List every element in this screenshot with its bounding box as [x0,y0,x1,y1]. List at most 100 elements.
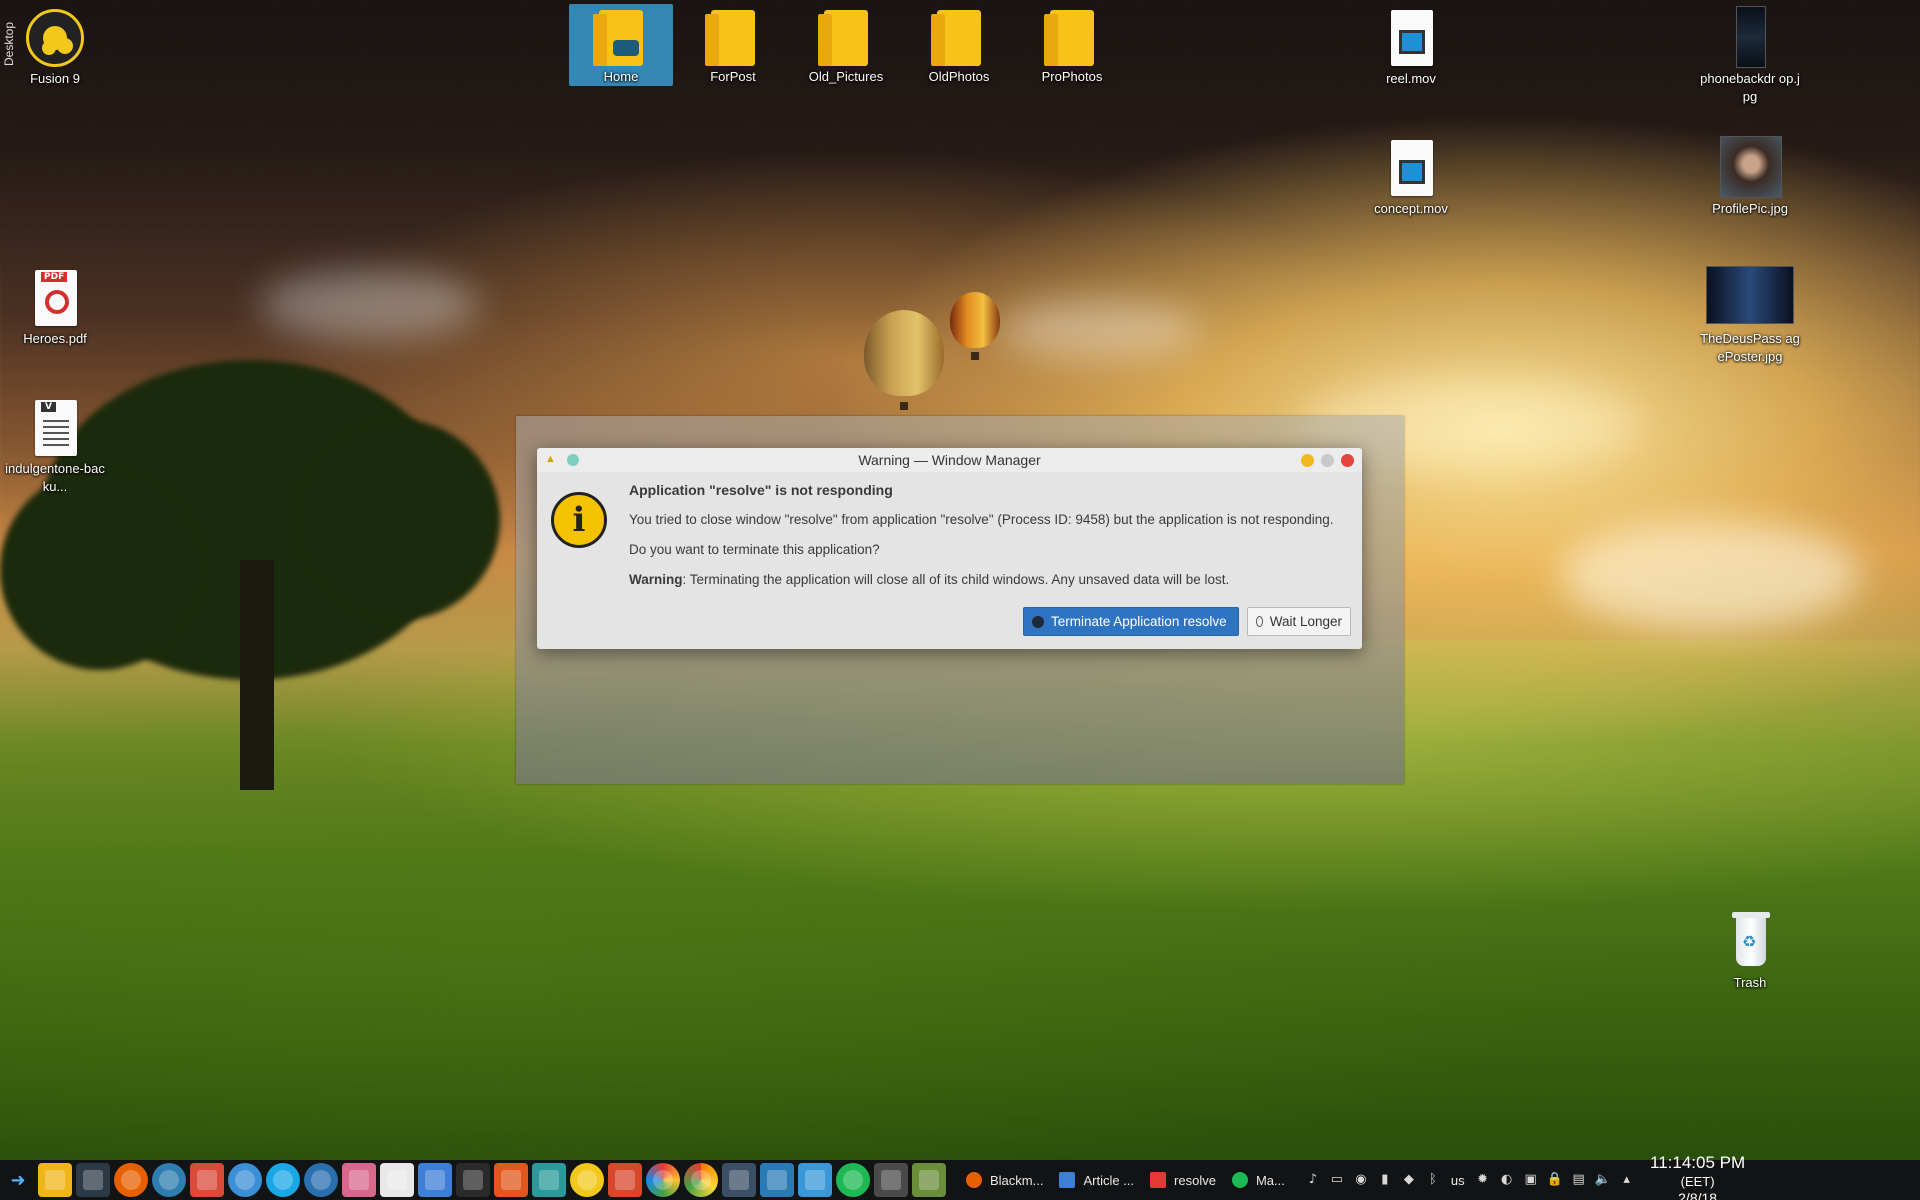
dialog-heading: Application "resolve" is not responding [629,482,893,498]
firefox-icon[interactable] [114,1163,148,1197]
desktop-icon-home[interactable]: Home [569,4,673,86]
media-player-icon[interactable]: ◉ [1353,1172,1369,1188]
telegram-icon[interactable] [798,1163,832,1197]
clock-timezone: (EET) [1680,1174,1715,1189]
resolve-task-icon [1150,1172,1167,1188]
file-manager-icon[interactable] [38,1163,72,1197]
tools-icon[interactable] [608,1163,642,1197]
terminate-button[interactable]: Terminate Application resolve [1023,607,1239,636]
desktop-icon-trash[interactable]: ♻ Trash [1698,910,1802,992]
folder-icon [701,4,765,68]
desktop-icon-profilepic[interactable]: ProfilePic.jpg [1698,136,1802,218]
upload-icon[interactable] [722,1163,756,1197]
desktop-icon-label: TheDeusPass agePoster.jpg [1700,331,1800,364]
clock-time: 11:14:05 PM [1650,1153,1746,1172]
close-button[interactable] [1341,454,1354,467]
home-folder-icon [589,4,653,68]
color-picker-icon[interactable] [646,1163,680,1197]
wordpress-icon[interactable] [304,1163,338,1197]
desktop-icon-indulgent[interactable]: V indulgentone-backu... [3,396,107,496]
clipboard-icon[interactable]: ▤ [1571,1172,1587,1188]
final-draft-icon[interactable] [456,1163,490,1197]
desktop-icon-label: Old_Pictures [808,69,884,84]
browser-icon[interactable] [152,1163,186,1197]
bluetooth-icon[interactable]: ᛒ [1425,1172,1441,1188]
skype-icon[interactable] [266,1163,300,1197]
wait-longer-label: Wait Longer [1269,614,1342,629]
maximize-button[interactable] [1321,454,1334,467]
system-settings-icon[interactable]: ✹ [1475,1172,1491,1188]
keyboard-layout-indicator[interactable]: us [1451,1173,1465,1188]
image-thumbnail-icon [1718,136,1782,200]
desktop-icon-phonebackdrop[interactable]: phonebackdr op.jpg [1698,6,1802,106]
terminal-icon[interactable] [76,1163,110,1197]
desktop-icon-reel[interactable]: reel.mov [1359,6,1463,88]
vivaldi-icon[interactable] [190,1163,224,1197]
image-viewer-icon[interactable] [342,1163,376,1197]
desktop-icon-fusion[interactable]: Fusion 9 [3,6,107,88]
thunderbird-icon[interactable] [228,1163,262,1197]
display-icon[interactable]: ▭ [1329,1172,1345,1188]
terminate-label: Terminate Application resolve [1051,614,1227,629]
writer-document-icon[interactable] [418,1163,452,1197]
settings-tools-icon[interactable] [874,1163,908,1197]
desktop-icon-label: Trash [1733,975,1767,990]
desktop-icon-label: phonebackdr op.jpg [1700,71,1800,104]
desktop-icon-label: Heroes.pdf [23,331,87,346]
firefox-task-icon [966,1172,982,1188]
volume-icon[interactable]: ♪ [1305,1172,1321,1188]
task-spotify[interactable]: Ma... [1224,1164,1293,1196]
screenshot-icon[interactable] [760,1163,794,1197]
task-label: Ma... [1255,1172,1285,1188]
wallpaper-cloud [1560,520,1860,630]
resolve-taskbar-icon[interactable] [684,1163,718,1197]
task-resolve[interactable]: resolve [1142,1164,1224,1196]
text-document-icon[interactable] [380,1163,414,1197]
spotify-icon[interactable] [836,1163,870,1197]
wallpaper-balloon [950,292,1000,360]
chart-app-icon[interactable] [912,1163,946,1197]
folder-icon [1040,4,1104,68]
task-blackmagic[interactable]: Blackm... [958,1164,1051,1196]
dialog-message: You tried to close window "resolve" from… [629,512,1334,527]
desktop-icon-old-pictures[interactable]: Old_Pictures [794,4,898,86]
folder-icon [927,4,991,68]
lock-icon[interactable]: 🔒 [1547,1172,1563,1188]
wallpaper-cloud [260,270,480,340]
clock[interactable]: 11:14:05 PM (EET) 2/8/18 [1643,1154,1753,1200]
dialog-title: Warning — Window Manager [858,452,1041,468]
pdf-file-icon: PDF [23,266,87,330]
desktop-icon-deuspass[interactable]: TheDeusPass agePoster.jpg [1698,266,1802,366]
task-article[interactable]: Article ... [1051,1164,1142,1196]
application-launcher-icon[interactable]: ➜ [0,1160,36,1200]
desktop-icon-label: ForPost [710,69,756,84]
spotify-task-icon [1231,1172,1248,1188]
usb-icon[interactable]: ▮ [1377,1172,1393,1188]
desktop-icon-label: reel.mov [1386,71,1436,86]
houdini-icon[interactable] [494,1163,528,1197]
notifications-icon[interactable]: ◐ [1499,1172,1515,1188]
video-player-icon[interactable] [532,1163,566,1197]
wallpaper-tree [300,420,500,620]
dialog-titlebar[interactable]: ▲ Warning — Window Manager [537,448,1362,472]
minimize-button[interactable] [1301,454,1314,467]
keep-on-top-button[interactable] [567,454,579,466]
desktop-icon-heroes[interactable]: PDF Heroes.pdf [3,266,107,348]
desktop-switch-icon[interactable]: ▣ [1523,1172,1539,1188]
fusion-taskbar-icon[interactable] [570,1163,604,1197]
tray-expand-icon[interactable]: ▴ [1619,1172,1635,1188]
desktop-icon-oldphotos[interactable]: OldPhotos [907,4,1011,86]
wallpaper-tree-trunk [240,560,274,790]
speaker-icon[interactable]: 🔈 [1595,1172,1611,1188]
desktop-icon-prophotos[interactable]: ProPhotos [1020,4,1124,86]
wallpaper-cloud [1000,300,1200,360]
desktop-icon-forpost[interactable]: ForPost [681,4,785,86]
image-thumbnail-icon [1718,6,1782,70]
dropbox-icon[interactable]: ◆ [1401,1172,1417,1188]
taskbar: ➜ Blackm... Article ... resolve Ma... ♪ … [0,1154,1920,1200]
wait-longer-button[interactable]: Wait Longer [1247,607,1351,636]
warning-text: : Terminating the application will close… [682,572,1230,587]
info-icon: i [551,492,607,548]
warning-label: Warning [629,572,683,587]
desktop-icon-concept[interactable]: concept.mov [1359,136,1463,218]
